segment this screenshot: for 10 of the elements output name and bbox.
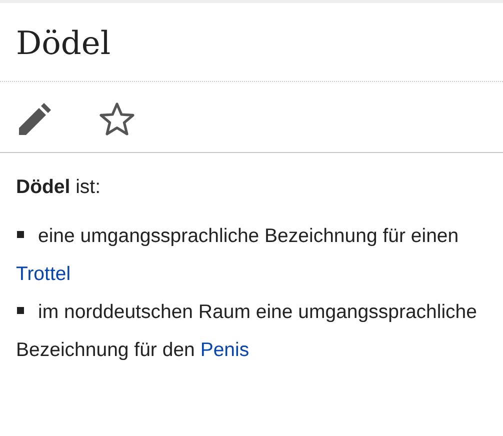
article-link[interactable]: Trottel (16, 263, 71, 285)
page-title: Dödel (0, 3, 503, 82)
article-link[interactable]: Penis (200, 339, 250, 361)
star-icon[interactable] (99, 102, 135, 136)
list-item-text: im norddeutschen Raum eine umgangssprachliche Bezeichnung für den Penis (16, 300, 478, 363)
bullet-icon (17, 307, 24, 314)
edit-pencil-icon[interactable] (17, 102, 53, 136)
bullet-icon (17, 231, 24, 238)
intro-text: Dödel ist: (16, 175, 102, 200)
list-item-text: eine umgangssprachliche Bezeichnung für einen Trottel (16, 224, 460, 287)
